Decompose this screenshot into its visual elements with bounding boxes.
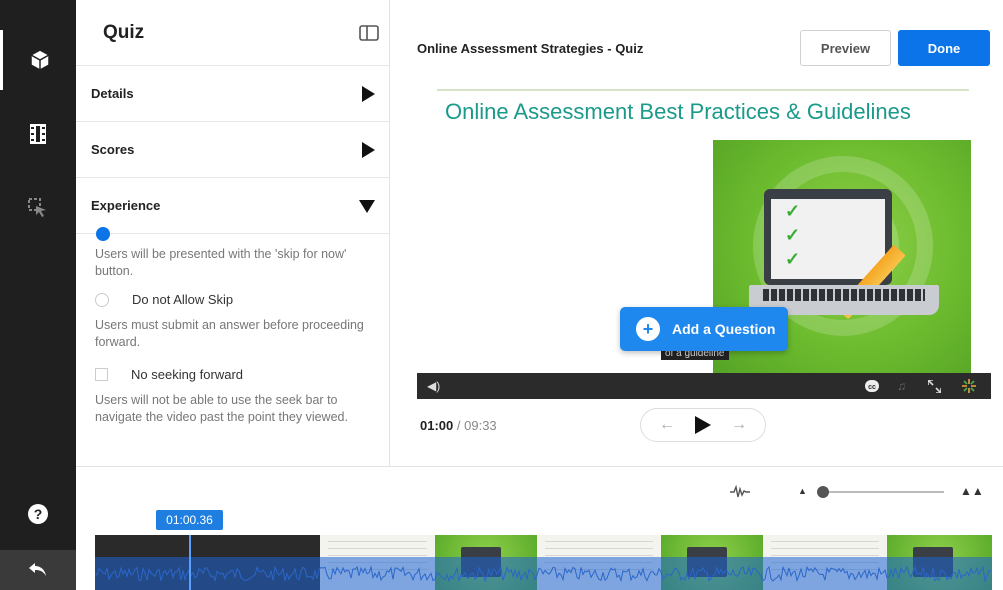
help-icon: ? [28,504,48,524]
panel-header: Quiz [76,0,389,66]
cursor-icon [28,198,46,217]
slide-divider [437,89,969,91]
check-icon: ✓ [785,201,801,221]
current-time: 01:00 [420,418,454,433]
closed-captions-icon[interactable]: cc [865,380,879,392]
waveform-icon[interactable] [730,485,750,499]
accordion-details[interactable]: Details [76,66,389,122]
zoom-out-icon[interactable]: ▲ [798,486,807,496]
caret-right-icon [362,141,375,158]
panel-title: Quiz [103,21,145,43]
rail-item-hotspots[interactable] [0,178,76,238]
video-control-bar: ◀) cc ♫ [417,373,991,399]
accordion-label: Details [91,86,134,101]
accordion-scores[interactable]: Scores [76,122,389,178]
left-rail: ? [0,0,76,590]
no-seek-description: Users will not be able to use the seek b… [95,393,348,424]
play-icon[interactable] [695,416,711,434]
accordion-label: Scores [91,142,135,157]
preview-button[interactable]: Preview [800,30,891,66]
accordion-label: Experience [91,198,161,213]
check-icon: ✓ [785,225,801,245]
svg-text:cc: cc [868,384,876,391]
timeline-track[interactable] [95,535,992,590]
playhead[interactable] [189,535,191,590]
quiz-settings-panel: Quiz Details Scores Experience Users wil… [76,0,390,466]
editor-main: Online Assessment Strategies - Quiz Prev… [391,0,1003,466]
svg-text:?: ? [34,506,43,522]
page-title: Online Assessment Strategies - Quiz [417,41,644,56]
add-question-button[interactable]: + Add a Question [620,307,788,351]
back-icon [29,563,46,576]
rail-item-media[interactable] [0,104,76,164]
radio-no-skip[interactable] [95,292,109,307]
no-skip-description: Users must submit an answer before proce… [95,318,364,349]
option-label: Do not Allow Skip [132,292,234,307]
panel-toggle-icon[interactable] [359,24,379,41]
done-button[interactable]: Done [898,30,990,66]
arrow-left-icon[interactable]: ← [659,416,675,434]
back-button[interactable] [0,550,76,590]
fullscreen-icon[interactable] [928,379,941,393]
check-icon: ✓ [785,249,801,269]
total-time: 09:33 [464,418,497,433]
radio-allow-skip[interactable] [96,227,110,241]
cube-icon [30,50,49,70]
video-player[interactable]: Online Assessment Best Practices & Guide… [417,77,991,399]
music-icon[interactable]: ♫ [897,379,906,393]
experience-options: Users will be presented with the 'skip f… [76,227,389,426]
checkbox-no-seek[interactable] [95,368,108,381]
option-no-seek[interactable]: No seeking forward [95,367,369,382]
audio-waveform [95,557,992,590]
caret-down-icon [359,199,375,213]
arrow-right-icon[interactable]: → [731,416,747,434]
add-question-label: Add a Question [672,321,776,337]
zoom-in-icon[interactable]: ▲▲ [960,484,984,498]
laptop-keyboard [763,289,925,301]
rail-item-help[interactable]: ? [0,484,76,544]
zoom-slider-handle[interactable] [817,486,829,498]
timeline: ▲ ▲▲ 01:00.36 [76,466,1003,590]
sparkle-icon[interactable] [962,379,976,393]
time-separator: / [456,418,461,433]
caret-right-icon [362,85,375,102]
accordion-experience[interactable]: Experience [76,178,389,234]
zoom-slider-track[interactable] [818,491,944,493]
laptop-screen: ✓ ✓ ✓ [764,189,906,320]
video-frame: Online Assessment Best Practices & Guide… [417,77,991,373]
playback-controls: ← → [640,408,766,442]
film-icon [30,124,46,144]
option-no-skip[interactable]: Do not Allow Skip [95,292,369,307]
plus-icon: + [636,317,660,341]
volume-icon[interactable]: ◀) [427,379,440,393]
option-label: No seeking forward [131,367,243,382]
skip-description: Users will be presented with the 'skip f… [95,247,347,278]
laptop-display: ✓ ✓ ✓ [771,199,906,320]
slide-title: Online Assessment Best Practices & Guide… [445,99,911,124]
time-readout: 01:00 / 09:33 [420,418,497,433]
rail-item-interactions[interactable] [0,30,76,90]
playhead-time-badge: 01:00.36 [156,510,223,530]
